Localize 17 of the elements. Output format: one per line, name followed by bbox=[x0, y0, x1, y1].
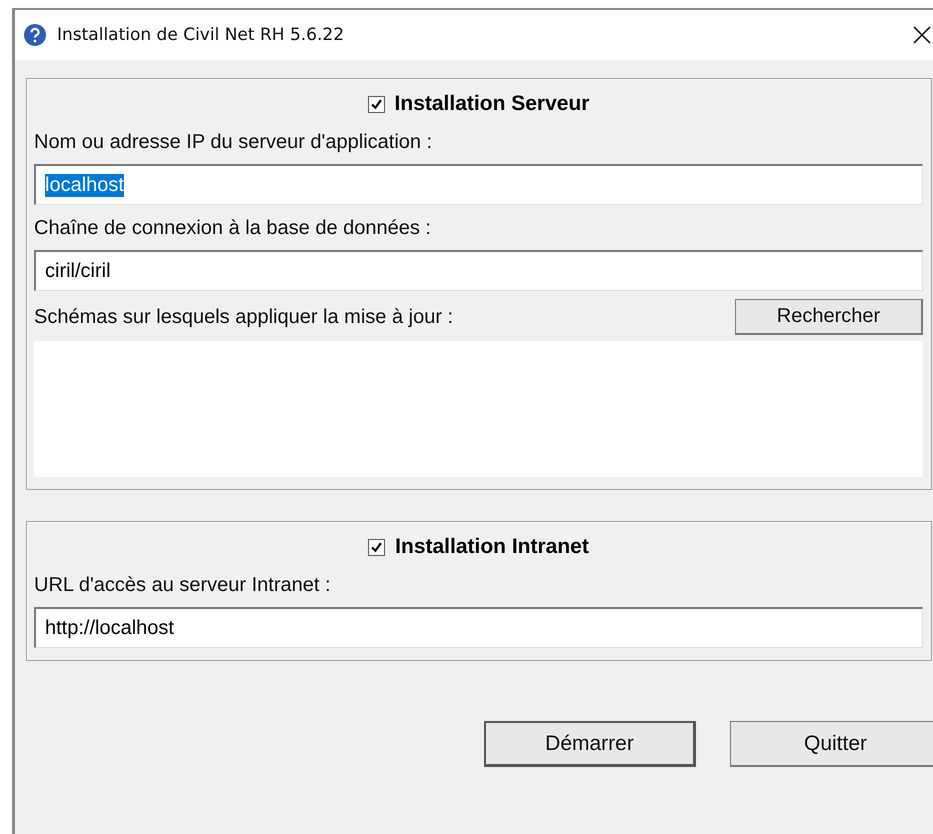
dialog-button[interactable]: Quitter bbox=[730, 721, 933, 767]
close-icon[interactable] bbox=[912, 25, 932, 45]
search-button[interactable]: Rechercher bbox=[735, 299, 923, 335]
field-label: Schémas sur lesquels appliquer la mise à jour : bbox=[34, 306, 454, 328]
checkbox[interactable] bbox=[368, 96, 385, 112]
text-field[interactable]: http://localhost bbox=[34, 607, 923, 648]
dialog-button[interactable]: Démarrer bbox=[484, 721, 696, 767]
field-label: Chaîne de connexion à la base de données : bbox=[34, 217, 432, 240]
checkbox-label[interactable]: Installation Serveur bbox=[394, 92, 590, 116]
field-label: Nom ou adresse IP du serveur d'application : bbox=[34, 131, 434, 154]
field-label: URL d'accès au serveur Intranet : bbox=[34, 574, 332, 597]
question-icon bbox=[23, 23, 47, 47]
window-title: Installation de Civil Net RH 5.6.22 bbox=[57, 25, 344, 45]
checkbox[interactable] bbox=[368, 538, 386, 556]
text-field[interactable]: localhost bbox=[34, 164, 923, 205]
text-field[interactable]: ciril/ciril bbox=[34, 250, 923, 291]
checkbox-label[interactable]: Installation Intranet bbox=[395, 535, 589, 559]
